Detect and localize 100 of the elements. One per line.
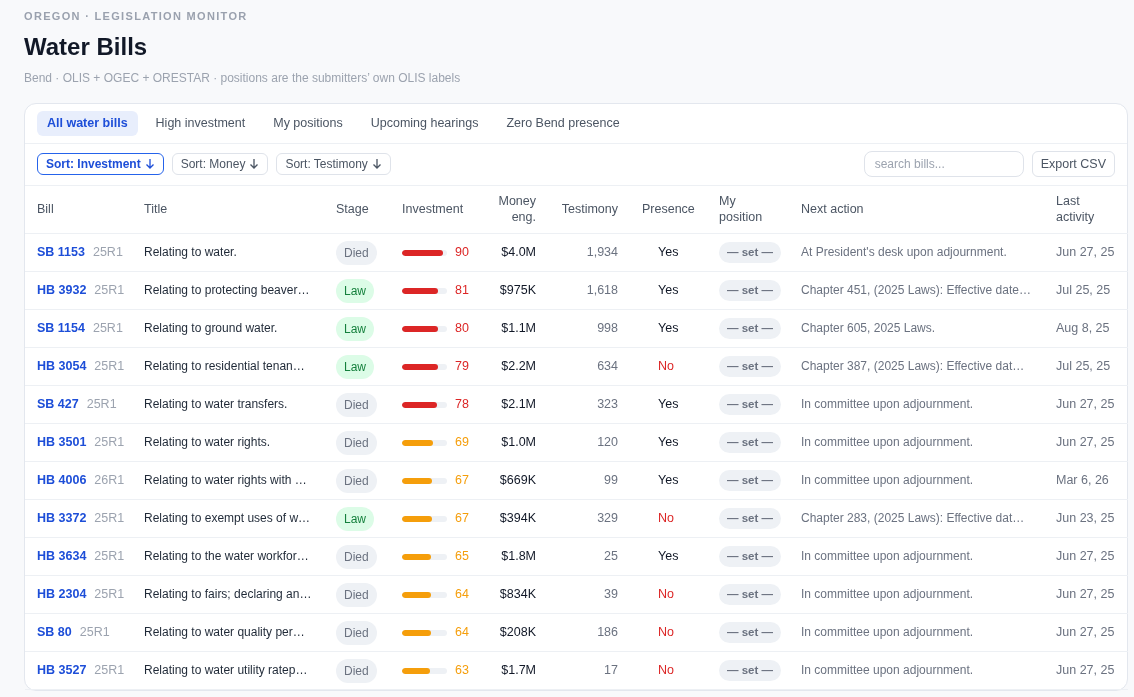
column-header: Money eng. — [497, 193, 536, 226]
stage-badge: Law — [336, 354, 374, 379]
session-label: 26R1 — [94, 473, 125, 488]
next-action: Chapter 283, (2025 Laws): Effective dat… — [801, 511, 1025, 526]
position-button[interactable]: — set — — [719, 659, 781, 682]
presence-value: No — [658, 663, 674, 678]
filter-tab[interactable]: My positions — [263, 110, 353, 136]
money-value: $975K — [499, 283, 536, 298]
bill-link[interactable]: HB 2304 — [37, 587, 87, 602]
bill-link[interactable]: HB 3527 — [37, 663, 87, 678]
stage-badge: Died — [336, 430, 377, 455]
stage-badge: Died — [336, 468, 377, 493]
arrow-down-icon — [249, 158, 260, 169]
investment-score: 65 — [455, 548, 469, 566]
bill-link[interactable]: HB 4006 — [37, 473, 87, 488]
bill-link[interactable]: SB 80 — [37, 625, 72, 640]
next-action: Chapter 451, (2025 Laws): Effective date… — [801, 283, 1031, 298]
app-eyebrow: OREGON · LEGISLATION MONITOR — [24, 9, 249, 24]
position-button[interactable]: — set — — [719, 583, 781, 606]
session-label: 25R1 — [92, 321, 123, 336]
session-label: 25R1 — [94, 283, 125, 298]
testimony-count: 17 — [604, 663, 618, 678]
sort-button[interactable]: Sort: Testimony — [276, 153, 391, 175]
last-activity: Aug 8, 25 — [1056, 321, 1110, 336]
sort-button[interactable]: Sort: Investment — [37, 153, 164, 175]
bill-link[interactable]: HB 3932 — [37, 283, 87, 298]
bill-title: Relating to water transfers. — [144, 397, 288, 412]
stage-badge: Died — [336, 240, 377, 265]
stage-badge: Law — [336, 506, 374, 531]
investment-score: 67 — [455, 510, 469, 528]
money-value: $208K — [499, 625, 536, 640]
last-activity: Jun 27, 25 — [1056, 663, 1115, 678]
money-value: $1.8M — [501, 549, 536, 564]
filter-tab[interactable]: All water bills — [37, 110, 138, 136]
bill-link[interactable]: HB 3501 — [37, 435, 87, 450]
investment-score: 63 — [455, 662, 469, 680]
presence-value: Yes — [658, 549, 679, 564]
stage-badge: Law — [336, 316, 374, 341]
presence-value: No — [658, 511, 674, 526]
session-label: 25R1 — [94, 663, 125, 678]
presence-value: Yes — [658, 435, 679, 450]
testimony-count: 39 — [604, 587, 618, 602]
position-button[interactable]: — set — — [719, 431, 781, 454]
bill-link[interactable]: SB 427 — [37, 397, 79, 412]
last-activity: Jun 27, 25 — [1056, 397, 1115, 412]
position-button[interactable]: — set — — [719, 241, 781, 264]
filter-tab[interactable]: High investment — [145, 110, 256, 136]
column-header: Testimony — [561, 202, 618, 217]
presence-value: Yes — [658, 283, 679, 298]
testimony-count: 323 — [597, 397, 618, 412]
position-button[interactable]: — set — — [719, 621, 781, 644]
testimony-count: 1,934 — [586, 245, 618, 260]
bill-title: Relating to water quality per… — [144, 625, 305, 640]
next-action: In committee upon adjournment. — [801, 435, 974, 450]
bill-link[interactable]: SB 1153 — [37, 245, 85, 260]
last-activity: Jul 25, 25 — [1056, 359, 1111, 374]
next-action: In committee upon adjournment. — [801, 625, 974, 640]
session-label: 25R1 — [86, 397, 117, 412]
stage-badge: Died — [336, 658, 377, 683]
bill-link[interactable]: SB 1154 — [37, 321, 85, 336]
position-button[interactable]: — set — — [719, 355, 781, 378]
next-action: In committee upon adjournment. — [801, 549, 974, 564]
position-button[interactable]: — set — — [719, 393, 781, 416]
investment-score: 64 — [455, 586, 469, 604]
sort-button[interactable]: Sort: Money — [171, 153, 269, 175]
position-button[interactable]: — set — — [719, 545, 781, 568]
presence-value: Yes — [658, 397, 679, 412]
bill-link[interactable]: HB 3372 — [37, 511, 87, 526]
position-button[interactable]: — set — — [719, 507, 781, 530]
column-header: Investment — [402, 202, 464, 217]
last-activity: Jul 25, 25 — [1056, 283, 1111, 298]
investment-score: 69 — [455, 434, 469, 452]
money-value: $1.7M — [501, 663, 536, 678]
presence-value: Yes — [658, 245, 679, 260]
bill-link[interactable]: HB 3634 — [37, 549, 87, 564]
position-button[interactable]: — set — — [719, 469, 781, 492]
arrow-down-icon — [371, 158, 382, 169]
next-action: In committee upon adjournment. — [801, 473, 974, 488]
search-field[interactable]: search bills... — [863, 151, 1024, 177]
export-button[interactable]: Export CSV — [1031, 151, 1115, 177]
filter-tab[interactable]: Zero Bend presence — [496, 110, 630, 136]
bill-link[interactable]: HB 3054 — [37, 359, 87, 374]
investment-score: 81 — [455, 282, 469, 300]
stage-badge: Died — [336, 392, 377, 417]
bill-title: Relating to fairs; declaring an… — [144, 587, 312, 602]
stage-badge: Died — [336, 582, 377, 607]
bill-title: Relating to ground water. — [144, 321, 278, 336]
testimony-count: 120 — [597, 435, 618, 450]
arrow-down-icon — [144, 158, 155, 169]
testimony-count: 186 — [597, 625, 618, 640]
presence-value: Yes — [658, 473, 679, 488]
column-header: My position — [719, 193, 764, 226]
last-activity: Mar 6, 26 — [1056, 473, 1109, 488]
column-header: Title — [144, 202, 168, 217]
position-button[interactable]: — set — — [719, 279, 781, 302]
filter-tab[interactable]: Upcoming hearings — [360, 110, 489, 136]
session-label: 25R1 — [79, 625, 110, 640]
position-button[interactable]: — set — — [719, 317, 781, 340]
next-action: In committee upon adjournment. — [801, 663, 974, 678]
testimony-count: 25 — [604, 549, 618, 564]
